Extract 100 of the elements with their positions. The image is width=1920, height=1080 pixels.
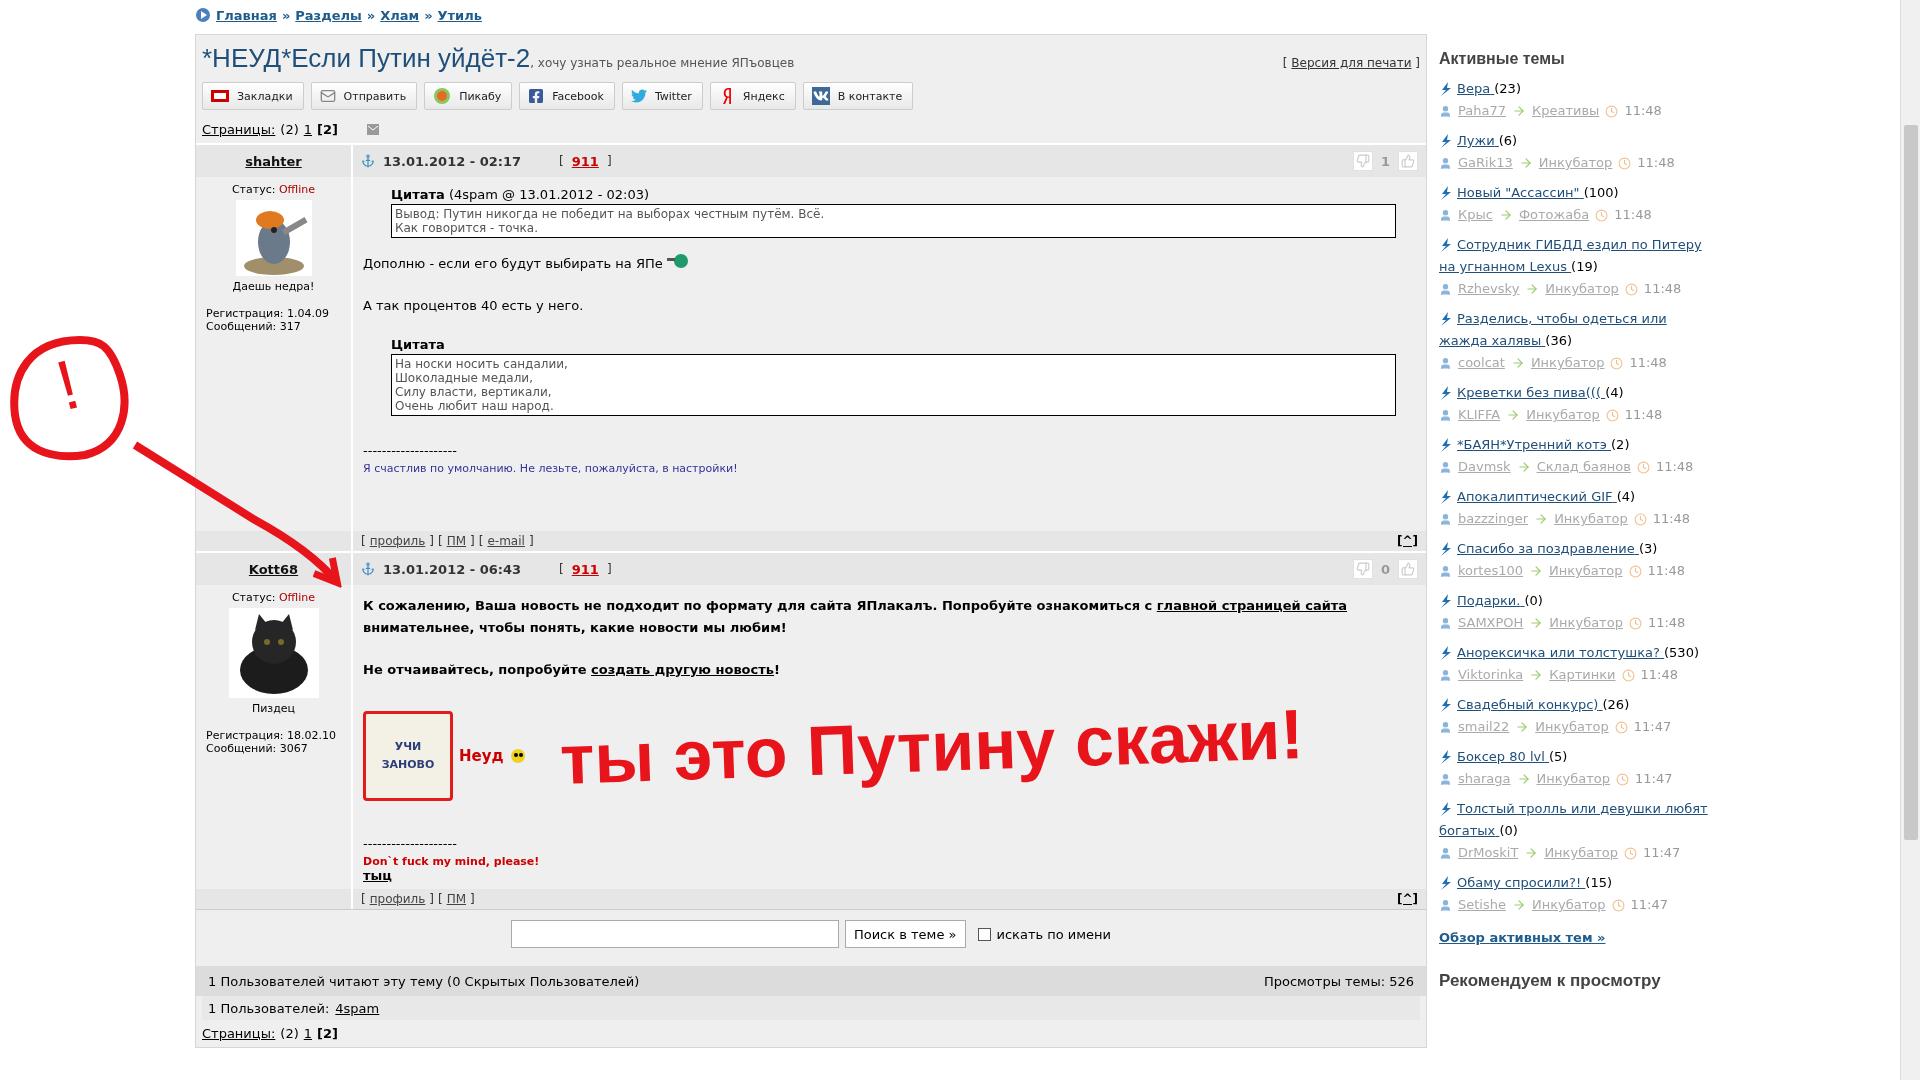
topic-link[interactable]: Подарки. (0) bbox=[1439, 590, 1709, 612]
topic-time: 11:48 bbox=[1629, 354, 1667, 372]
post-text: Не отчаивайтесь, попробуйте создать другую новость! bbox=[363, 661, 781, 679]
arrow-icon bbox=[1529, 564, 1544, 578]
print-version-link[interactable]: Версия для печати bbox=[1291, 56, 1412, 70]
author-link[interactable]: shahter bbox=[245, 153, 302, 169]
bracket: [ bbox=[361, 892, 366, 906]
profile-link[interactable]: e-mail bbox=[487, 534, 525, 548]
topic-subtitle: , хочу узнать реальное мнение ЯПъовцев bbox=[530, 56, 795, 70]
topic-link[interactable]: Спасибо за поздравление (3) bbox=[1439, 538, 1709, 560]
clock-icon bbox=[1611, 898, 1625, 912]
profile-link[interactable]: профиль bbox=[369, 534, 426, 548]
topic-title: *НЕУД*Если Путин уйдёт-2 bbox=[202, 43, 531, 74]
pages-label[interactable]: Страницы: bbox=[202, 122, 276, 137]
arrow-icon bbox=[1515, 720, 1530, 734]
bracket: ] bbox=[528, 534, 534, 548]
share-button[interactable]: Отправить bbox=[310, 82, 418, 110]
topic-link[interactable]: Вера (23) bbox=[1439, 78, 1709, 100]
post-number-link[interactable]: 911 bbox=[571, 153, 599, 169]
post-link[interactable]: создать другую новость bbox=[591, 662, 774, 677]
topic-link[interactable]: *БАЯН*Утренний котэ (2) bbox=[1439, 434, 1709, 456]
breadcrumb-link[interactable]: Хлам bbox=[380, 7, 420, 23]
topic-link[interactable]: Свадебный конкурс) (26) bbox=[1439, 694, 1709, 716]
annotation-mark: ! bbox=[48, 343, 88, 427]
user-icon bbox=[1439, 616, 1452, 630]
share-button[interactable]: В контакте bbox=[802, 82, 914, 110]
signature-divider: -------------------- bbox=[363, 837, 458, 851]
user-icon bbox=[1439, 846, 1452, 860]
topic-link[interactable]: Новый "Ассассин" (100) bbox=[1439, 182, 1709, 204]
bracket: ] bbox=[606, 154, 612, 168]
page-count: (2) bbox=[280, 122, 299, 137]
user-link[interactable]: 4spam bbox=[335, 1000, 380, 1016]
arrow-icon bbox=[1516, 460, 1531, 474]
author-link[interactable]: Kott68 bbox=[248, 561, 299, 577]
thumbs-down-icon[interactable] bbox=[1352, 559, 1373, 579]
profile-link[interactable]: профиль bbox=[369, 892, 426, 906]
page-link[interactable]: 1 bbox=[303, 1026, 312, 1041]
share-button[interactable]: Twitter bbox=[621, 82, 703, 110]
user-icon bbox=[1439, 772, 1452, 786]
profile-link[interactable]: ПМ bbox=[446, 534, 467, 548]
search-button[interactable]: Поиск в теме » bbox=[844, 920, 966, 948]
arrow-icon bbox=[1498, 208, 1513, 222]
search-field[interactable] bbox=[510, 920, 839, 948]
bracket: ] bbox=[470, 892, 475, 906]
topic-icon bbox=[1441, 802, 1451, 816]
top-link[interactable]: [^] bbox=[1396, 892, 1418, 906]
topic-icon bbox=[1441, 386, 1451, 400]
avatar-caption: Даешь недра! bbox=[232, 280, 315, 293]
topic-link[interactable]: Сотрудник ГИБДД ездил по Питеру на угнанном Lexus (19) bbox=[1439, 234, 1709, 278]
topic-link[interactable]: Разделись, чтобы одеться или жажда халявы (36) bbox=[1439, 308, 1709, 352]
share-button[interactable]: Пикабу bbox=[424, 82, 513, 110]
topic-time: 11:47 bbox=[1635, 770, 1673, 788]
clock-icon bbox=[1616, 772, 1630, 786]
page-link[interactable]: 1 bbox=[303, 122, 312, 137]
thumbs-up-icon[interactable] bbox=[1398, 151, 1418, 171]
topic-time: 11:48 bbox=[1652, 510, 1691, 528]
pages-label[interactable]: Страницы: bbox=[202, 1026, 276, 1041]
topic-time: 11:48 bbox=[1614, 206, 1652, 224]
signature-text: Я счастлив по умолчанию. Не лезьте, пожалуйста, в настройки! bbox=[363, 462, 739, 475]
topic-link[interactable]: Креветки без пива((( (4) bbox=[1439, 382, 1709, 404]
share-button[interactable]: Закладки bbox=[202, 82, 304, 110]
scrollbar[interactable] bbox=[1900, 0, 1920, 1080]
topic-link[interactable]: Анорексичка или толстушка? (530) bbox=[1439, 642, 1709, 664]
anchor-icon[interactable] bbox=[361, 562, 375, 576]
topic-link[interactable]: Лужи (6) bbox=[1439, 130, 1709, 152]
mail-icon bbox=[366, 124, 379, 135]
breadcrumb-link[interactable]: Разделы bbox=[295, 7, 362, 23]
post-link[interactable]: главной страницей сайта bbox=[1156, 598, 1348, 613]
breadcrumb-link[interactable]: Утиль bbox=[437, 7, 482, 23]
share-button[interactable]: Facebook bbox=[519, 82, 615, 110]
profile-link[interactable]: ПМ bbox=[446, 892, 467, 906]
user-icon bbox=[1439, 564, 1452, 578]
active-topics-link[interactable]: Обзор активных тем » bbox=[1439, 930, 1709, 945]
post-number-link[interactable]: 911 bbox=[571, 561, 599, 577]
topic-link[interactable]: Обаму спросили?! (15) bbox=[1439, 872, 1709, 894]
topic-link[interactable]: Апокалиптический GIF (4) bbox=[1439, 486, 1709, 508]
message-count: Сообщений: 317 bbox=[206, 320, 302, 333]
anchor-icon[interactable] bbox=[361, 154, 375, 168]
clock-icon bbox=[1623, 846, 1637, 860]
topic-time: 11:48 bbox=[1640, 666, 1678, 684]
clock-icon bbox=[1628, 616, 1642, 630]
signature-text: Don`t fuck my mind, please! bbox=[363, 855, 541, 868]
topic-link[interactable]: Толстый тролль или девушки любят богатых (0) bbox=[1439, 798, 1709, 842]
thumbs-down-icon[interactable] bbox=[1352, 151, 1373, 171]
home-icon bbox=[195, 7, 211, 23]
checkbox[interactable] bbox=[977, 927, 991, 941]
share-button[interactable]: Яндекс bbox=[709, 82, 796, 110]
page-link[interactable]: [2] bbox=[317, 122, 338, 137]
top-link[interactable]: [^] bbox=[1396, 534, 1418, 548]
signature-link[interactable]: тыц bbox=[363, 868, 1416, 883]
topic-time: 11:48 bbox=[1655, 458, 1694, 476]
topic-icon bbox=[1441, 490, 1451, 504]
thumbs-up-icon[interactable] bbox=[1398, 559, 1418, 579]
breadcrumb-link[interactable]: Главная bbox=[216, 7, 277, 23]
arrow-icon bbox=[1512, 104, 1526, 118]
topic-time: 11:47 bbox=[1642, 844, 1681, 862]
page-link[interactable]: [2] bbox=[317, 1026, 338, 1041]
clock-icon bbox=[1605, 104, 1619, 118]
vote-count: 0 bbox=[1380, 561, 1390, 577]
topic-link[interactable]: Боксер 80 lvl (5) bbox=[1439, 746, 1709, 768]
